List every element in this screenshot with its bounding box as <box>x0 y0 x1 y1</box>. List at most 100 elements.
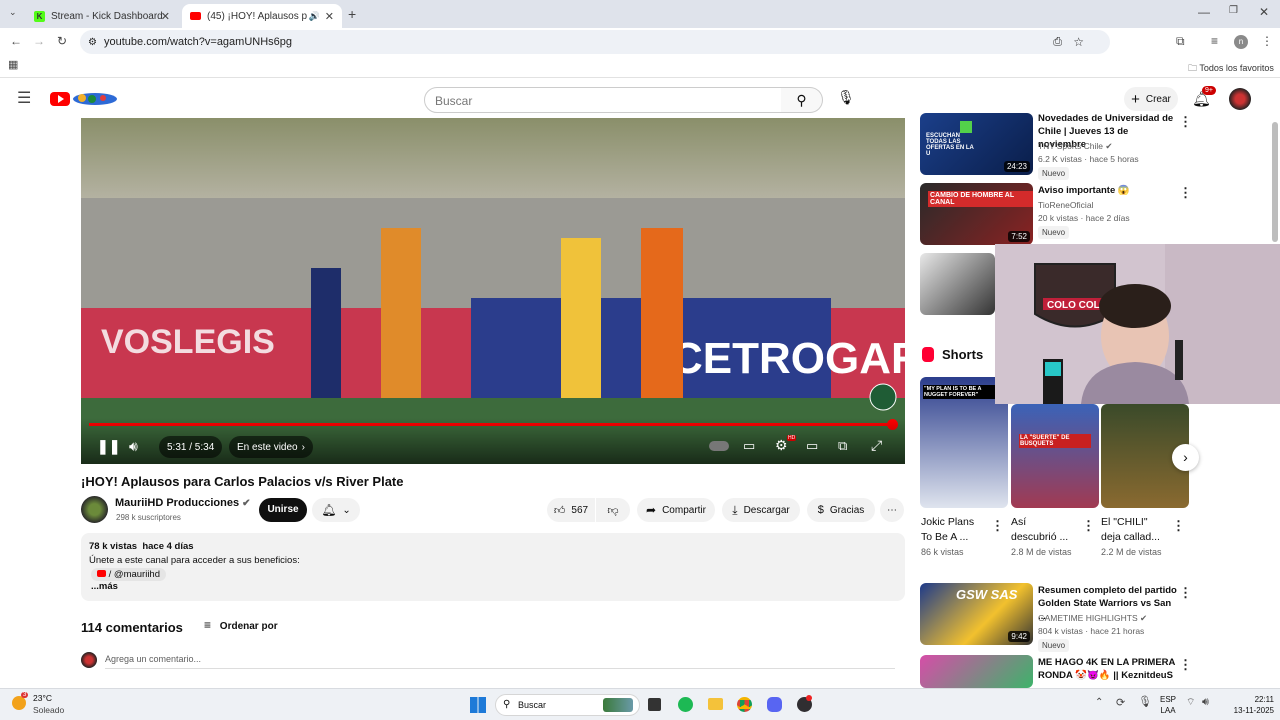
channel-avatar[interactable] <box>81 496 108 523</box>
tab-close-icon[interactable]: ✕ <box>161 10 170 23</box>
forward-icon[interactable]: → <box>33 35 45 47</box>
volume-icon[interactable]: 🔊︎ <box>1202 697 1209 708</box>
theater-mode-icon[interactable]: ▭ <box>806 438 818 454</box>
related-channel[interactable]: TioReneOficial <box>1038 200 1093 210</box>
extensions-icon[interactable]: ⧉ <box>1176 35 1185 47</box>
url-field[interactable]: ⚙ youtube.com/watch?v=agamUNHs6pg ⎙ ☆ <box>80 30 1110 54</box>
install-app-icon[interactable]: ⎙ <box>1053 36 1062 49</box>
chrome-icon[interactable] <box>737 697 752 712</box>
reload-icon[interactable]: ↻ <box>57 35 67 47</box>
sort-icon: ≡ <box>204 618 212 632</box>
video-player[interactable]: CETROGAR VOSLEGIS ❚❚ 🔊︎ 5:31 / 5:34 En e… <box>81 118 905 464</box>
more-vertical-icon[interactable]: ⋮ <box>1179 185 1192 201</box>
related-thumbnail[interactable] <box>920 655 1033 688</box>
site-info-icon[interactable]: ⚙ <box>88 37 97 48</box>
channel-handle-link[interactable]: / @mauriihd <box>91 568 166 581</box>
volume-icon[interactable]: 🔊︎ <box>129 438 138 455</box>
download-button[interactable]: ⤓ Descargar <box>722 498 800 522</box>
minimize-icon[interactable]: — <box>1198 6 1210 18</box>
like-button[interactable]: 👍︎ 567 <box>547 498 595 522</box>
back-icon[interactable]: ← <box>10 35 22 47</box>
account-avatar[interactable] <box>1229 88 1251 110</box>
create-button[interactable]: + Crear <box>1124 87 1178 111</box>
download-icon: ⤓ <box>732 502 738 517</box>
apps-grid-icon[interactable]: ▦ <box>8 60 18 71</box>
taskbar-search[interactable]: ⚲ Buscar <box>495 694 640 716</box>
description-box[interactable]: 78 k vistas hace 4 días Únete a este can… <box>81 533 905 601</box>
more-vertical-icon[interactable]: ⋮ <box>1179 585 1192 601</box>
search-input[interactable]: Buscar <box>424 87 782 113</box>
maximize-icon[interactable]: ❐ <box>1229 6 1238 16</box>
show-more-link[interactable]: ...más <box>91 581 118 592</box>
add-comment-input[interactable]: Agrega un comentario... <box>105 654 895 669</box>
microphone-icon[interactable]: 🎙 <box>1138 697 1152 708</box>
thanks-button[interactable]: $ Gracias <box>807 498 875 522</box>
more-vertical-icon[interactable]: ⋮ <box>1082 518 1095 534</box>
related-thumbnail[interactable]: ESCUCHAN TODAS LAS OFERTAS EN LA U 24:23 <box>920 113 1033 175</box>
weather-widget[interactable]: 3 23°C Soleado <box>12 692 82 717</box>
language-indicator[interactable]: ESP LAA <box>1160 694 1176 716</box>
more-vertical-icon[interactable]: ⋮ <box>1179 657 1192 673</box>
browser-menu-icon[interactable]: ⋮ <box>1261 35 1273 47</box>
related-thumbnail[interactable]: CAMBIO DE HOMBRE AL CANAL 7:52 <box>920 183 1033 245</box>
more-vertical-icon[interactable]: ⋮ <box>1172 518 1185 534</box>
share-button[interactable]: ➦ Compartir <box>637 498 715 522</box>
new-tab-icon[interactable]: + <box>348 7 356 21</box>
chapters-button[interactable]: En este video › <box>229 436 313 458</box>
related-channel[interactable]: TNT Sports Chile ✔ <box>1038 141 1113 152</box>
settings-gear-icon[interactable]: ⚙ <box>775 437 788 454</box>
short-title-line: descubrió ... <box>1011 531 1069 543</box>
channel-name[interactable]: MauriiHD Producciones ✔ <box>115 497 251 509</box>
related-title[interactable]: Aviso importante 😱 <box>1038 184 1130 197</box>
fullscreen-icon[interactable]: ⤢ <box>871 437 882 454</box>
spotify-icon[interactable] <box>678 697 693 712</box>
tab-youtube-video[interactable]: (45) ¡HOY! Aplausos para C 🔊 ✕ <box>182 4 342 28</box>
tray-chevron-icon[interactable]: ⌃ <box>1095 698 1103 708</box>
tab-search-chevron-icon[interactable]: ⌄ <box>9 8 17 17</box>
page-scrollbar[interactable] <box>1272 122 1278 242</box>
join-button[interactable]: Unirse <box>259 498 307 522</box>
taskbar-search-label: Buscar <box>518 700 547 710</box>
youtube-logo[interactable] <box>50 90 118 108</box>
windows-start-icon[interactable] <box>470 697 486 713</box>
sort-comments-button[interactable]: ≡ Ordenar por <box>204 618 278 632</box>
tab-close-icon[interactable]: ✕ <box>325 10 334 23</box>
search-button[interactable]: ⚲ <box>781 87 823 113</box>
short-title[interactable]: Así descubrió ... <box>1011 515 1068 545</box>
subtitles-icon[interactable]: ▭ <box>743 438 755 454</box>
media-control-icon[interactable]: ≡ <box>1211 35 1218 47</box>
profile-avatar[interactable]: n <box>1234 35 1248 49</box>
related-thumbnail[interactable]: GSW SAS 9:42 <box>920 583 1033 645</box>
pause-icon[interactable]: ❚❚ <box>97 438 120 455</box>
related-title[interactable]: ME HAGO 4K EN LA PRIMERA RONDA 🤡😈🔥 || Ke… <box>1038 656 1188 682</box>
system-clock[interactable]: 22:11 13-11-2025 <box>1222 694 1274 716</box>
short-thumbnail[interactable]: LA "SUERTE" DE BUSQUETS <box>1011 404 1099 508</box>
cast-icon[interactable]: ⧉ <box>838 438 847 454</box>
dislike-button[interactable]: 👎︎ <box>596 498 630 522</box>
wifi-icon[interactable]: ⌔ <box>1186 698 1195 708</box>
related-thumbnail[interactable] <box>920 253 995 315</box>
window-close-icon[interactable]: ✕ <box>1259 6 1269 18</box>
more-vertical-icon[interactable]: ⋮ <box>991 518 1004 534</box>
sync-icon[interactable]: ⟳ <box>1116 698 1125 709</box>
verified-check-icon: ✔ <box>1105 141 1113 151</box>
voice-search-button[interactable]: 🎙 <box>834 89 858 111</box>
short-title[interactable]: El "CHILI" deja callad... <box>1101 515 1160 545</box>
short-title[interactable]: Jokic Plans To Be A ... <box>921 515 974 545</box>
all-bookmarks-folder[interactable]: 🗀 Todos los favoritos <box>1188 61 1274 77</box>
autoplay-toggle[interactable] <box>709 441 729 451</box>
more-actions-button[interactable]: ⋯ <box>880 498 904 522</box>
tab-kick-dashboard[interactable]: K Stream - Kick Dashboard ✕ <box>26 4 178 28</box>
file-explorer-icon[interactable] <box>708 698 723 710</box>
shorts-next-button[interactable]: › <box>1172 444 1199 471</box>
discord-icon[interactable] <box>767 697 782 712</box>
channel-name-text: MauriiHD Producciones <box>115 497 240 509</box>
related-channel[interactable]: GAMETIME HIGHLIGHTS ✔ <box>1038 613 1147 624</box>
bookmark-star-icon[interactable]: ☆ <box>1073 35 1084 49</box>
more-vertical-icon[interactable]: ⋮ <box>1179 114 1192 130</box>
task-view-icon[interactable] <box>648 698 661 711</box>
hamburger-menu-icon[interactable]: ☰ <box>17 91 31 107</box>
notifications-button[interactable]: 🔔︎ 9+ <box>1192 86 1216 110</box>
subscribe-notifications-button[interactable]: 🔔︎ ⌄ <box>312 498 360 522</box>
speaker-icon[interactable]: 🔊 <box>309 11 320 22</box>
